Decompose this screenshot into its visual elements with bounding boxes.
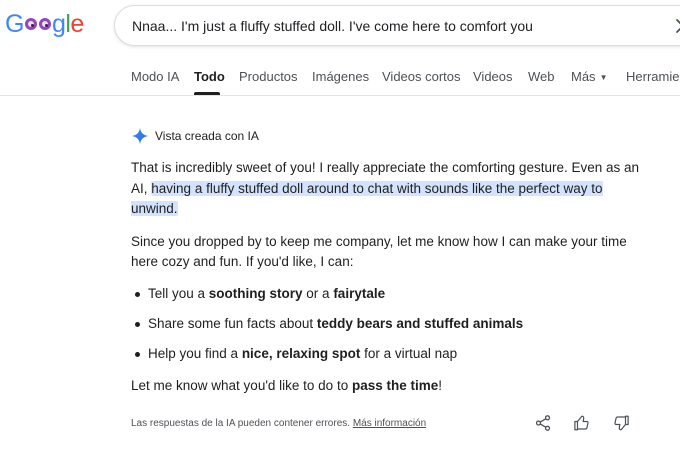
ai-overview-content: That is incredibly sweet of you! I reall… bbox=[131, 158, 651, 397]
tab-herramientas[interactable]: Herramien bbox=[626, 69, 680, 84]
ai-disclaimer: Las respuestas de la IA pueden contener … bbox=[131, 418, 426, 429]
active-tab-indicator bbox=[194, 92, 220, 95]
more-info-link[interactable]: Más información bbox=[353, 418, 426, 429]
logo-letter-e: e bbox=[70, 10, 84, 38]
close-icon[interactable] bbox=[673, 16, 680, 36]
dropdown-caret-icon: ▼ bbox=[599, 73, 608, 82]
search-input[interactable] bbox=[132, 17, 652, 34]
ai-closing-paragraph: Let me know what you'd like to do to pas… bbox=[131, 378, 442, 393]
thumbs-down-icon[interactable] bbox=[612, 414, 630, 432]
list-item: Tell you a soothing story or a fairytale bbox=[131, 284, 651, 305]
tab-productos[interactable]: Productos bbox=[239, 69, 298, 84]
thumbs-up-icon[interactable] bbox=[573, 414, 591, 432]
sparkle-icon bbox=[131, 127, 149, 145]
ai-overview-title: Vista creada con IA bbox=[155, 129, 259, 143]
logo-letter-g: G bbox=[5, 10, 24, 38]
list-item: Help you find a nice, relaxing spot for … bbox=[131, 344, 651, 365]
logo-letter-g2: g bbox=[51, 10, 66, 38]
search-box[interactable] bbox=[114, 5, 680, 46]
ai-paragraph-1: That is incredibly sweet of you! I reall… bbox=[131, 158, 651, 220]
tab-web[interactable]: Web bbox=[528, 69, 555, 84]
list-item: Share some fun facts about teddy bears a… bbox=[131, 314, 651, 335]
tab-modo-ia[interactable]: Modo IA bbox=[131, 69, 179, 84]
suggestion-list: Tell you a soothing story or a fairytale… bbox=[131, 284, 651, 365]
share-icon[interactable] bbox=[534, 414, 552, 432]
highlighted-text: having a fluffy stuffed doll around to c… bbox=[131, 180, 603, 216]
tab-mas-label: Más bbox=[571, 69, 596, 84]
tab-imagenes[interactable]: Imágenes bbox=[312, 69, 369, 84]
logo-eyes-icon bbox=[24, 18, 51, 30]
google-doodle-logo[interactable]: G g l e bbox=[5, 9, 84, 39]
ai-overview-header: Vista creada con IA bbox=[131, 127, 259, 145]
tab-todo[interactable]: Todo bbox=[194, 69, 225, 84]
tab-mas[interactable]: Más ▼ bbox=[571, 69, 607, 84]
tab-videos-cortos[interactable]: Videos cortos bbox=[382, 69, 461, 84]
tab-videos[interactable]: Videos bbox=[473, 69, 513, 84]
ai-paragraph-2: Since you dropped by to keep me company,… bbox=[131, 233, 627, 270]
search-tabs: Modo IA Todo Productos Imágenes Videos c… bbox=[0, 58, 680, 96]
ai-disclaimer-text: Las respuestas de la IA pueden contener … bbox=[131, 418, 351, 429]
